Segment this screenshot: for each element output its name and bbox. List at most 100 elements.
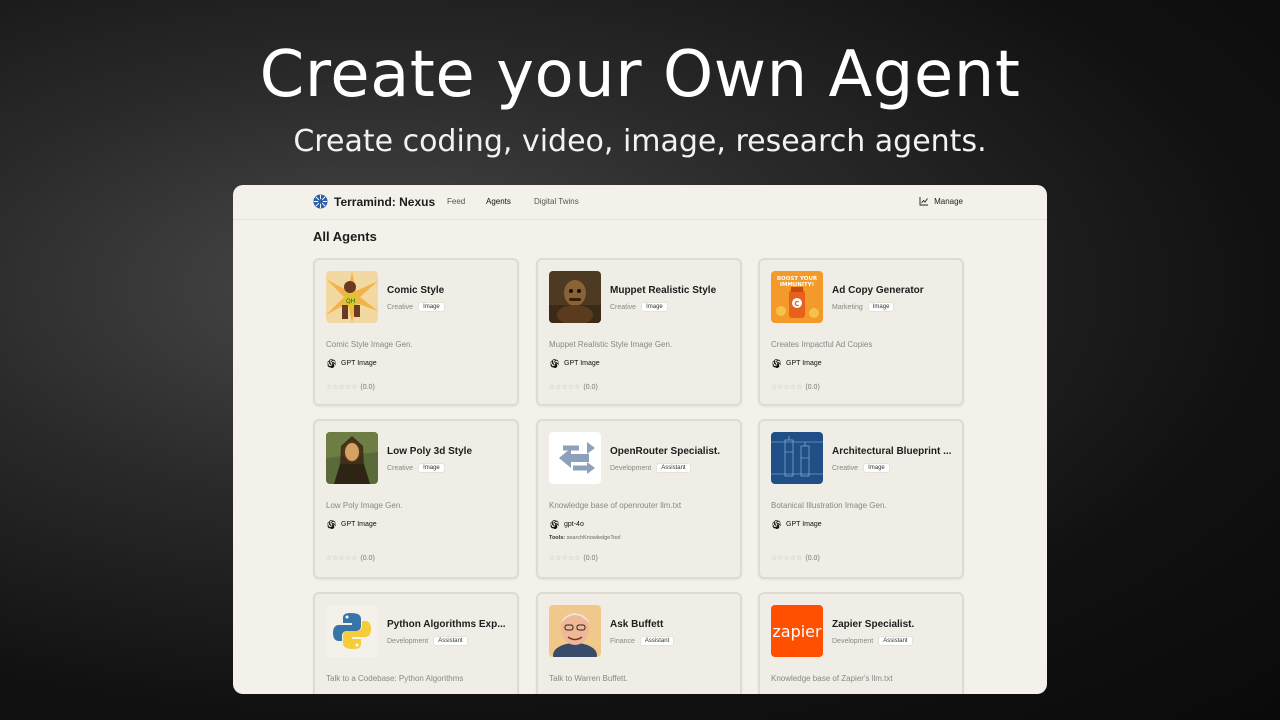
agent-name: Python Algorithms Exp... — [387, 619, 506, 630]
agent-card[interactable]: Ask Buffett Finance Assistant Talk to Warre… — [536, 592, 742, 694]
agent-category: Creative — [610, 303, 637, 311]
rating-value: (0.0) — [805, 554, 820, 562]
agent-thumbnail — [771, 432, 823, 484]
agent-model-name: GPT Image — [786, 360, 822, 367]
brand[interactable]: Terramind: Nexus — [313, 194, 435, 209]
agent-model: GPT Image — [326, 519, 377, 530]
app-window: Terramind: Nexus Feed Agents Digital Twi… — [233, 185, 1047, 694]
agent-type-badge: Image — [863, 463, 890, 473]
agent-model: GPT Image — [326, 358, 377, 369]
agent-meta: Finance Assistant — [610, 636, 675, 646]
agent-card[interactable]: zapier Zapier Specialist. Development Assis… — [758, 592, 964, 694]
agent-card[interactable]: OpenRouter Specialist. Development Assista… — [536, 419, 742, 579]
agent-category: Development — [610, 464, 652, 472]
star-rating-icon: ☆☆☆☆☆ — [771, 384, 803, 391]
agent-description: Comic Style Image Gen. — [326, 340, 413, 349]
agent-category: Finance — [610, 637, 635, 645]
agent-model-name: GPT Image — [786, 521, 822, 528]
hero-title: Create your Own Agent — [259, 38, 1021, 112]
agent-card[interactable]: Low Poly 3d Style Creative Image Low Poly I… — [313, 419, 519, 579]
agent-category: Creative — [387, 303, 414, 311]
agent-rating: ☆☆☆☆☆ (0.0) — [771, 554, 820, 563]
hero-subtitle: Create coding, video, image, research ag… — [293, 124, 987, 159]
agent-thumbnail: zapier — [771, 605, 823, 657]
agent-thumbnail — [549, 271, 601, 323]
agent-type-badge: Assistant — [639, 636, 675, 646]
agent-meta: Development Assistant — [832, 636, 913, 646]
zapier-logo: zapier — [771, 605, 823, 657]
agent-meta: Creative Image — [832, 463, 890, 473]
star-rating-icon: ☆☆☆☆☆ — [549, 384, 581, 391]
agent-thumbnail — [326, 605, 378, 657]
agent-card[interactable]: Architectural Blueprint ... Creative Image… — [758, 419, 964, 579]
agent-description: Creates Impactful Ad Copies — [771, 340, 873, 349]
agent-thumbnail: BOOST YOUR IMMUNITY! C — [771, 271, 823, 323]
rating-value: (0.0) — [360, 554, 375, 562]
top-nav: Terramind: Nexus Feed Agents Digital Twi… — [233, 185, 1047, 220]
rating-value: (0.0) — [360, 383, 375, 391]
nav-link-digital-twins[interactable]: Digital Twins — [534, 197, 579, 206]
openai-icon — [550, 520, 559, 530]
openai-icon — [772, 359, 781, 369]
manage-button[interactable]: Manage — [919, 196, 963, 206]
agent-model: GPT Image — [549, 358, 600, 369]
agent-category: Development — [832, 637, 874, 645]
agent-category: Development — [387, 637, 429, 645]
agent-type-badge: Image — [418, 463, 445, 473]
agent-type-badge: Image — [418, 302, 445, 312]
star-rating-icon: ☆☆☆☆☆ — [326, 555, 358, 562]
agent-meta: Development Assistant — [610, 463, 691, 473]
star-rating-icon: ☆☆☆☆☆ — [326, 384, 358, 391]
agent-meta: Development Assistant — [387, 636, 468, 646]
brand-logo-icon — [313, 194, 328, 209]
agent-category: Creative — [832, 464, 859, 472]
agent-rating: ☆☆☆☆☆ (0.0) — [549, 383, 598, 392]
agent-model-name: GPT Image — [341, 360, 377, 367]
nav-link-agents[interactable]: Agents — [486, 197, 511, 206]
agent-name: Muppet Realistic Style — [610, 285, 717, 296]
tools-label: Tools: — [549, 535, 566, 541]
agent-model-name: GPT Image — [564, 360, 600, 367]
agent-type-badge: Assistant — [656, 463, 691, 473]
agent-name: Ad Copy Generator — [832, 285, 924, 296]
agent-type-badge: Image — [641, 302, 668, 312]
star-rating-icon: ☆☆☆☆☆ — [771, 555, 803, 562]
star-rating-icon: ☆☆☆☆☆ — [549, 555, 581, 562]
agent-description: Knowledge base of Zapier's llm.txt — [771, 674, 893, 683]
tools-value: searchKnowledgeTool — [566, 535, 621, 541]
agent-card[interactable]: QH Comic Style Creative Image Comic Style Im… — [313, 258, 519, 406]
manage-label: Manage — [934, 196, 963, 206]
agent-model-name: GPT Image — [341, 521, 377, 528]
nav-link-feed[interactable]: Feed — [447, 197, 465, 206]
agent-description: Low Poly Image Gen. — [326, 501, 403, 510]
agent-rating: ☆☆☆☆☆ (0.0) — [326, 383, 375, 392]
agent-meta: Creative Image — [610, 302, 668, 312]
agent-model: GPT Image — [771, 519, 822, 530]
agent-card[interactable]: Muppet Realistic Style Creative Image Muppe… — [536, 258, 742, 406]
section-title: All Agents — [313, 229, 377, 244]
svg-text:QH: QH — [346, 298, 355, 305]
openai-icon — [550, 359, 559, 369]
agent-meta: Marketing Image — [832, 302, 895, 312]
rating-value: (0.0) — [583, 383, 598, 391]
agent-model: gpt-4o — [549, 519, 584, 530]
agent-name: OpenRouter Specialist. — [610, 446, 721, 457]
agent-category: Marketing — [832, 303, 863, 311]
agent-type-badge: Image — [867, 302, 895, 312]
agent-type-badge: Assistant — [433, 636, 468, 646]
brand-name: Terramind: Nexus — [334, 194, 436, 209]
openai-icon — [327, 520, 336, 530]
agent-description: Botanical Illustration Image Gen. — [771, 501, 887, 510]
rating-value: (0.0) — [583, 554, 598, 562]
openai-icon — [327, 359, 336, 369]
agent-card[interactable]: BOOST YOUR IMMUNITY! C Ad Copy Generator Mar… — [758, 258, 964, 406]
svg-text:C: C — [794, 300, 799, 308]
agent-rating: ☆☆☆☆☆ (0.0) — [326, 554, 375, 563]
agent-description: Talk to a Codebase: Python Algorithms — [326, 674, 464, 683]
agent-model: GPT Image — [771, 358, 822, 369]
agent-card[interactable]: Python Algorithms Exp... Development Assis… — [313, 592, 519, 694]
agent-thumbnail — [549, 432, 601, 484]
agent-thumbnail — [549, 605, 601, 657]
agent-meta: Creative Image — [387, 302, 445, 312]
agent-rating: ☆☆☆☆☆ (0.0) — [549, 554, 598, 563]
